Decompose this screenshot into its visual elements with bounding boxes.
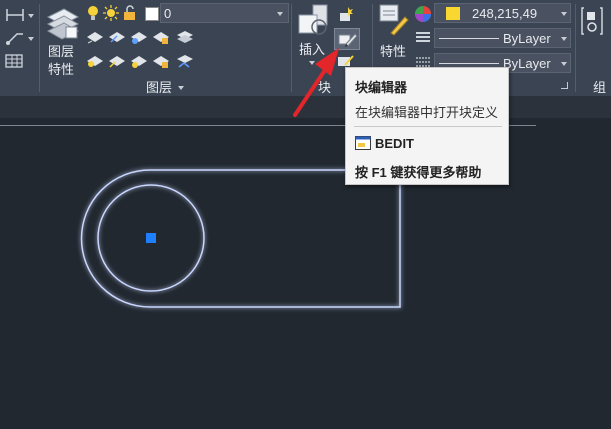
layer-properties-label-1: 图层 (48, 44, 75, 59)
block-editor-tooltip: 块编辑器 在块编辑器中打开块定义 BEDIT 按 F1 键获得更多帮助 (345, 67, 509, 185)
linetype-value: ByLayer (503, 31, 551, 46)
match-properties-icon (379, 4, 409, 36)
tooltip-description: 在块编辑器中打开块定义 (355, 105, 499, 120)
match-properties-button[interactable]: 特性 (376, 3, 410, 69)
layer-dropdown-value: 0 (164, 6, 172, 21)
layer-walk-icon[interactable] (176, 29, 194, 45)
ribbon-separator (39, 4, 40, 92)
layer-match-icon[interactable] (86, 29, 104, 45)
properties-label: 特性 (380, 44, 407, 59)
layers-panel-expand-icon[interactable] (178, 86, 184, 90)
tooltip-divider (354, 126, 502, 127)
layer-isolate-icon[interactable] (130, 29, 148, 45)
lineweight-value: ByLayer (503, 56, 551, 71)
color-swatch (446, 7, 460, 20)
block-insertion-grip[interactable] (146, 233, 156, 243)
layer-properties-label-2: 特性 (48, 62, 75, 77)
layer-properties-button[interactable]: 图层 特性 (42, 3, 80, 77)
tooltip-help: 按 F1 键获得更多帮助 (355, 165, 482, 180)
group-icon (581, 7, 603, 35)
layers-panel-label[interactable]: 图层 (146, 81, 172, 95)
chevron-down-icon (561, 37, 567, 41)
lineweight-icon[interactable] (415, 31, 431, 45)
chevron-down-icon (277, 12, 283, 16)
table-tool-icon[interactable] (5, 54, 23, 68)
layer-freeze-icon[interactable] (108, 53, 126, 69)
layer-previous-icon[interactable] (108, 29, 126, 45)
layer-color-swatch[interactable] (145, 7, 159, 21)
layer-dropdown[interactable]: 0 (160, 3, 289, 23)
color-wheel-icon[interactable] (414, 5, 432, 23)
linetype-dropdown[interactable]: ByLayer (434, 28, 571, 48)
ribbon-separator (575, 4, 576, 92)
layer-on-bulb-icon[interactable] (86, 5, 100, 21)
lineweight-line (439, 63, 499, 64)
drawing-canvas[interactable] (0, 118, 611, 429)
tooltip-command: BEDIT (375, 136, 414, 151)
group-panel-label[interactable]: 组 (593, 81, 606, 95)
dimension-tool-icon[interactable] (5, 7, 25, 23)
create-block-icon[interactable] (336, 5, 356, 23)
layer-stack-icon (46, 8, 80, 40)
color-dropdown[interactable]: 248,215,49 (434, 3, 571, 23)
bedit-command-icon (355, 136, 371, 150)
layer-unlock-icon[interactable] (123, 5, 137, 21)
leader-dropdown-icon[interactable] (28, 37, 34, 41)
layer-merge-icon[interactable] (176, 53, 194, 69)
layer-off-icon[interactable] (86, 53, 104, 69)
properties-launcher-icon[interactable] (561, 82, 568, 89)
layer-unlock-all-icon[interactable] (152, 53, 170, 69)
dimension-dropdown-icon[interactable] (28, 14, 34, 18)
color-value: 248,215,49 (472, 6, 538, 21)
linetype-line (439, 38, 499, 39)
tooltip-title: 块编辑器 (355, 80, 408, 95)
layer-thaw-icon[interactable] (130, 53, 148, 69)
group-button[interactable] (578, 3, 611, 73)
chevron-down-icon (561, 62, 567, 66)
chevron-down-icon (561, 12, 567, 16)
layer-thaw-sun-icon[interactable] (103, 5, 119, 21)
layer-lock-icon[interactable] (152, 29, 170, 45)
leader-tool-icon[interactable] (5, 29, 25, 45)
